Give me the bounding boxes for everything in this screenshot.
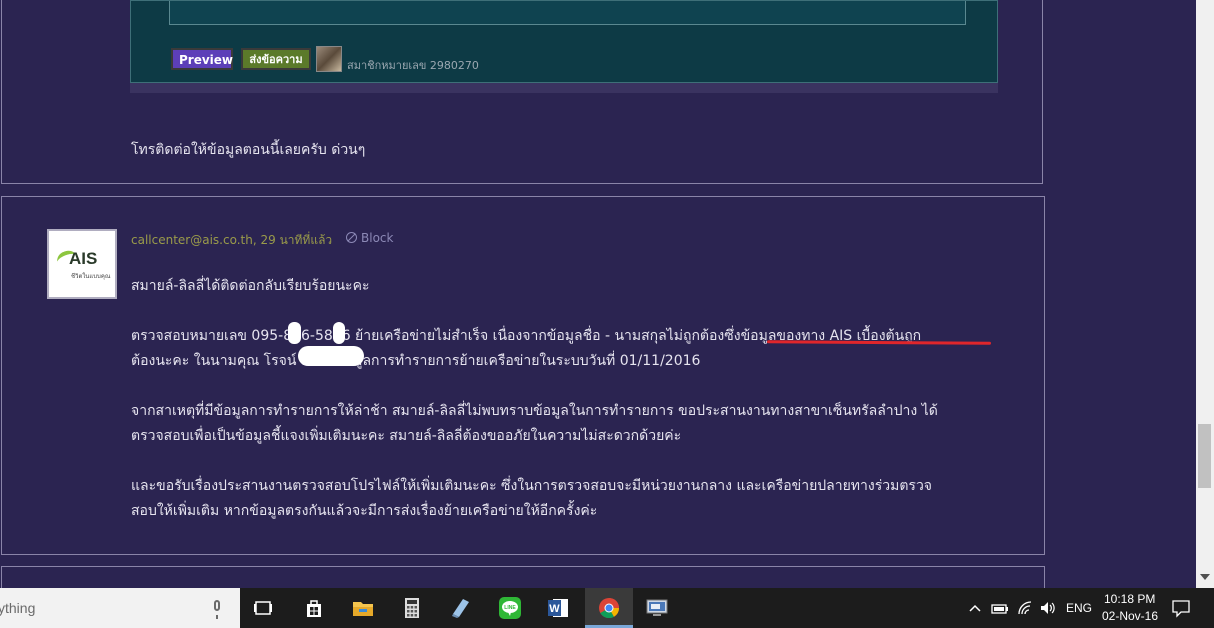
- tray-chevron-up-icon[interactable]: [966, 596, 984, 620]
- ais-avatar: AIS ชีวิตในแบบคุณ: [47, 229, 117, 299]
- comment-paragraph-1: สมายล์-ลิลลี่ได้ติดต่อกลับเรียบร้อยนะคะ: [131, 278, 370, 294]
- line-app-icon[interactable]: LINE: [498, 596, 522, 620]
- volume-icon[interactable]: [1038, 596, 1058, 620]
- comment-paragraph-3-line-2: ตรวจสอบเพื่อเป็นข้อมูลชี้แจงเพิ่มเติมนะค…: [131, 428, 682, 444]
- taskbar-search-box[interactable]: ything: [0, 588, 240, 628]
- clock-date[interactable]: 02-Nov-16: [1102, 609, 1158, 623]
- comment-meta: callcenter@ais.co.th, 29 นาทีที่แล้ว: [131, 231, 332, 250]
- comment-paragraph-3-line-1: จากสาเหตุที่มีข้อมูลการทำรายการให้ล่าช้า…: [131, 403, 938, 419]
- block-icon: [346, 232, 357, 243]
- comment-paragraph-2-line-2: ต้องนะคะ ในนามคุณ โรจน์ และมีข้อมูลการทำ…: [131, 353, 701, 369]
- block-label: Block: [361, 231, 394, 245]
- search-placeholder: ything: [0, 600, 36, 616]
- scroll-down-arrow-icon[interactable]: [1200, 574, 1210, 580]
- page-scrollbar[interactable]: [1196, 0, 1214, 588]
- send-message-button[interactable]: ส่งข้อความ: [241, 48, 311, 70]
- action-center-icon[interactable]: [1170, 596, 1192, 620]
- word-icon[interactable]: W: [546, 596, 570, 620]
- calculator-icon[interactable]: [400, 596, 424, 620]
- author-email[interactable]: callcenter@ais.co.th,: [131, 233, 257, 247]
- ais-logo-tagline: ชีวิตในแบบคุณ: [71, 273, 111, 280]
- microphone-icon[interactable]: [214, 600, 220, 619]
- comment-time: 29 นาทีที่แล้ว: [260, 233, 333, 247]
- member-avatar: [316, 46, 342, 72]
- store-icon[interactable]: [302, 596, 326, 620]
- redaction-mark: [333, 322, 345, 344]
- input-language[interactable]: ENG: [1066, 601, 1092, 615]
- comment-text: โทรติดต่อให้ข้อมูลตอนนี้เลยครับ ด่วนๆ: [131, 142, 366, 158]
- file-explorer-icon[interactable]: [351, 596, 375, 620]
- comment-paragraph-4-line-1: และขอรับเรื่องประสานงานตรวจสอบโปรไฟล์ให้…: [131, 478, 933, 494]
- block-link[interactable]: Block: [346, 231, 393, 245]
- redaction-mark: [298, 346, 364, 366]
- svg-text:LINE: LINE: [504, 605, 516, 611]
- battery-icon[interactable]: [990, 596, 1010, 620]
- reply-editor: [130, 0, 998, 83]
- chrome-icon[interactable]: [597, 596, 621, 620]
- clock-time[interactable]: 10:18 PM: [1104, 592, 1155, 606]
- notepad-icon[interactable]: [449, 596, 473, 620]
- comment-paragraph-4-line-2: สอบให้เพิ่มเติม หากข้อมูลตรงกันแล้วจะมีก…: [131, 503, 598, 519]
- svg-text:W: W: [549, 603, 560, 615]
- task-view-icon[interactable]: [252, 596, 276, 620]
- comment-card-next: [1, 566, 1045, 588]
- remote-desktop-icon[interactable]: [645, 596, 669, 620]
- wifi-icon[interactable]: [1015, 596, 1035, 620]
- redaction-mark: [288, 322, 301, 344]
- ais-logo-text: AIS: [69, 249, 98, 268]
- windows-taskbar: ything LINE W ENG 10:18 PM 02-Nov-16: [0, 588, 1214, 628]
- forum-page: Preview ส่งข้อความ สมาชิกหมายเลข 2980270…: [0, 0, 1196, 588]
- editor-footer-bar: [130, 83, 998, 93]
- comment-paragraph-2-line-1: ตรวจสอบหมายเลข 095-846-5846 ย้ายเครือข่า…: [131, 328, 922, 344]
- member-number-label: สมาชิกหมายเลข 2980270: [347, 59, 479, 72]
- scrollbar-thumb[interactable]: [1198, 424, 1211, 488]
- preview-button[interactable]: Preview: [171, 48, 233, 70]
- reply-textarea[interactable]: [169, 1, 966, 25]
